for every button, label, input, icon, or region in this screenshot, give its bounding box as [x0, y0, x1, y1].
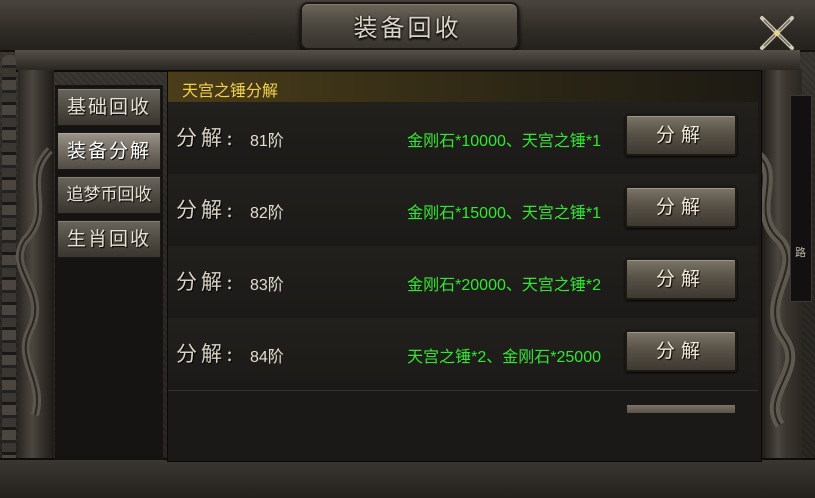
crossed-swords-close-icon — [760, 16, 794, 50]
tab-equipment-decompose[interactable]: 装备分解 — [57, 132, 161, 170]
row-tier: 82阶 — [250, 205, 284, 222]
decompose-row: 分解: 81阶 金刚石*10000、天宫之锤*1 分解 — [168, 102, 758, 175]
decompose-row: 分解: 84阶 天宫之锤*2、金刚石*25000 分解 — [168, 318, 758, 391]
decompose-row: 分解: 83阶 金刚石*20000、天宫之锤*2 分解 — [168, 246, 758, 319]
partial-next-button[interactable] — [625, 403, 737, 413]
panel-header-title: 天宫之锤分解 — [182, 83, 279, 100]
decompose-button[interactable]: 分解 — [625, 114, 737, 156]
close-button[interactable] — [758, 14, 796, 52]
window-title: 装备回收 — [353, 14, 462, 42]
tab-basic-recycle[interactable]: 基础回收 — [57, 88, 161, 126]
row-tier: 84阶 — [250, 349, 284, 366]
row-cost: 金刚石*20000、天宫之锤*2 — [407, 277, 601, 294]
row-tier: 81阶 — [250, 133, 284, 150]
tab-dream-coin-recycle[interactable]: 追梦币回收 — [57, 176, 161, 214]
tab-zodiac-recycle[interactable]: 生肖回收 — [57, 220, 161, 258]
category-tab-column: 基础回收 装备分解 追梦币回收 生肖回收 — [55, 85, 163, 460]
decompose-row: 分解: 82阶 金刚石*15000、天宫之锤*1 分解 — [168, 174, 758, 247]
top-ledge — [15, 50, 800, 72]
row-cost: 金刚石*15000、天宫之锤*1 — [407, 205, 601, 222]
panel-header: 天宫之锤分解 — [168, 72, 758, 103]
row-label: 分解: — [176, 126, 238, 150]
row-cost: 金刚石*10000、天宫之锤*1 — [407, 133, 601, 150]
decompose-button[interactable]: 分解 — [625, 186, 737, 228]
bottom-base — [0, 458, 815, 498]
row-label: 分解: — [176, 270, 238, 294]
row-tier: 83阶 — [250, 277, 284, 294]
decompose-button[interactable]: 分解 — [625, 330, 737, 372]
left-dragon-ornament — [15, 147, 53, 417]
side-edge-text: 路 — [795, 246, 806, 259]
decompose-button[interactable]: 分解 — [625, 258, 737, 300]
row-label: 分解: — [176, 198, 238, 222]
row-label: 分解: — [176, 342, 238, 366]
side-edge-panel: 路 — [790, 95, 812, 302]
row-cost: 天宫之锤*2、金刚石*25000 — [407, 349, 601, 366]
